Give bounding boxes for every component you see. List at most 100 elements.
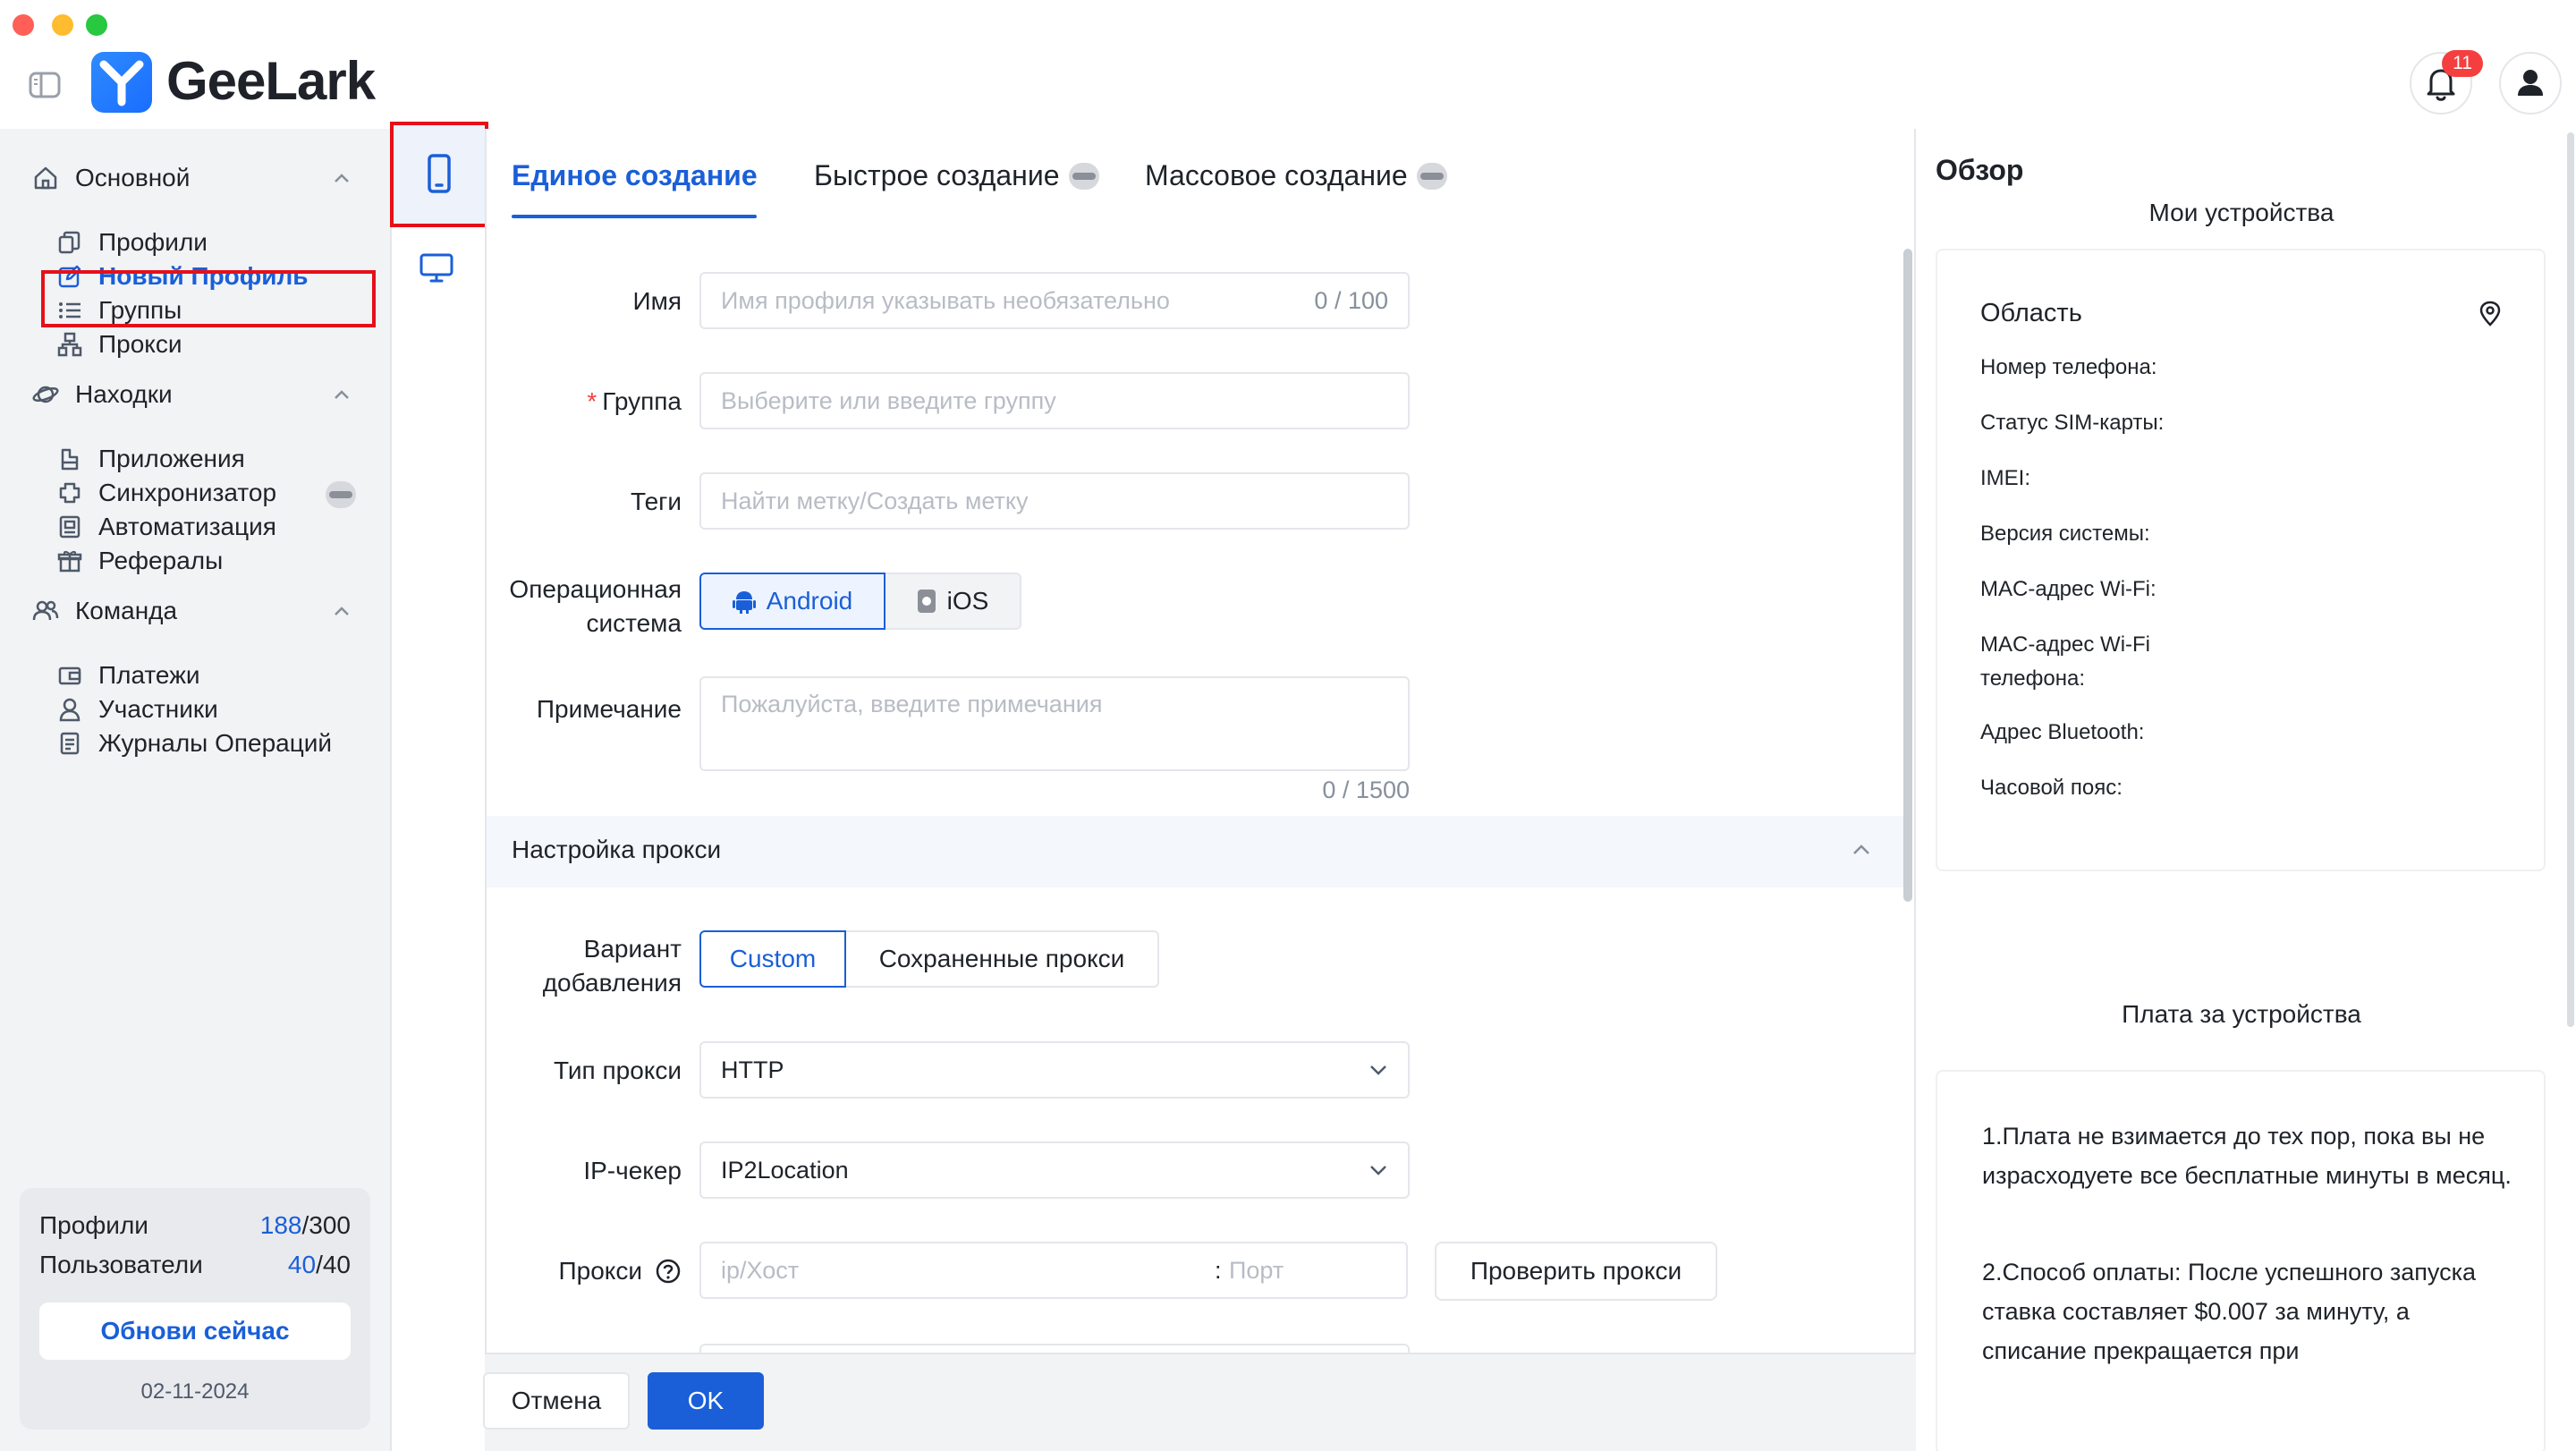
title-bar xyxy=(0,0,2576,129)
group-label: * Группа xyxy=(467,385,682,419)
os-android-label: Android xyxy=(766,587,853,615)
member-icon xyxy=(59,698,80,722)
tab-label: Массовое создание xyxy=(1145,159,1408,191)
nav-group-label: Находки xyxy=(75,380,173,408)
user-icon xyxy=(2518,70,2543,96)
note-textarea[interactable]: Пожалуйста, введите примечания xyxy=(699,676,1410,771)
proxy-network-icon xyxy=(57,332,82,357)
chevron-up-icon[interactable] xyxy=(333,172,351,184)
usage-date: 02-11-2024 xyxy=(140,1379,250,1404)
users-total: /40 xyxy=(316,1251,351,1278)
name-placeholder: Имя профиля указывать необязательно xyxy=(721,287,1170,314)
device-type-phone-button[interactable] xyxy=(390,122,488,227)
profiles-usage-label: Профили xyxy=(39,1211,148,1239)
device-field-phone-wifi-mac: MAC-адрес Wi-Fi телефона: xyxy=(1980,632,2151,691)
notification-count-badge: 11 xyxy=(2442,50,2483,77)
sidebar-item-label: Журналы Операций xyxy=(98,729,333,757)
usage-card: Профили 188/300 Пользователи 40/40 Обнов… xyxy=(20,1188,370,1430)
device-field-imei: IMEI: xyxy=(1980,466,2031,490)
planet-icon xyxy=(32,386,59,403)
wallet-icon xyxy=(58,666,81,685)
fee-card: 1.Плата не взимается до тех пор, пока вы… xyxy=(1936,1070,2546,1451)
window-minimize-button[interactable] xyxy=(52,14,73,36)
chevron-down-icon xyxy=(1370,1065,1386,1075)
proxy-type-label: Тип прокси xyxy=(554,1056,682,1084)
proxy-type-select[interactable]: HTTP xyxy=(699,1041,1410,1099)
group-label-text: Группа xyxy=(602,387,682,415)
nav-group-main[interactable]: Основной xyxy=(32,156,190,200)
ip-checker-select[interactable]: IP2Location xyxy=(699,1141,1410,1199)
note-placeholder: Пожалуйста, введите примечания xyxy=(721,691,1103,717)
note-label: Примечание xyxy=(536,695,682,723)
tags-input[interactable]: Найти метку/Создать метку xyxy=(699,472,1410,530)
proxy-label: Прокси xyxy=(558,1257,642,1285)
profile-name-input[interactable]: Имя профиля указывать необязательно 0 / … xyxy=(699,272,1410,329)
overview-subtitle: Мои устройства xyxy=(2148,199,2334,226)
chevron-up-icon[interactable] xyxy=(1852,843,1871,857)
sidebar-item-label: Рефералы xyxy=(98,547,224,574)
device-type-column xyxy=(392,129,485,1451)
tab-quick-create[interactable]: Быстрое создание xyxy=(814,159,1099,192)
region-label: Область xyxy=(1980,299,2082,327)
tab-label: Единое создание xyxy=(512,159,758,191)
chevron-up-icon[interactable] xyxy=(333,605,351,617)
device-type-desktop-button[interactable] xyxy=(419,250,454,286)
next-field-partial xyxy=(699,1344,1410,1353)
proxy-host-port-input[interactable]: ip/Хост : Порт xyxy=(699,1242,1408,1299)
add-method-custom-option[interactable]: Custom xyxy=(699,930,846,988)
name-counter: 0 / 100 xyxy=(1314,287,1388,314)
overview-scrollbar[interactable] xyxy=(2567,132,2574,1027)
sidebar-toggle-icon[interactable] xyxy=(29,72,61,98)
cancel-button[interactable]: Отмена xyxy=(483,1372,630,1430)
note-counter: 0 / 1500 xyxy=(1322,776,1410,803)
nav-group-discover[interactable]: Находки xyxy=(32,372,173,417)
sidebar-item-proxies[interactable]: Прокси xyxy=(57,322,182,367)
sidebar-item-operation-logs[interactable]: Журналы Операций xyxy=(57,721,332,766)
os-android-option[interactable]: Android xyxy=(699,573,886,630)
profiles-used: 188 xyxy=(259,1211,302,1239)
user-avatar-button[interactable] xyxy=(2499,52,2562,115)
os-ios-option[interactable]: iOS xyxy=(886,573,1021,630)
os-label-line2: система xyxy=(586,609,682,637)
required-mark: * xyxy=(587,387,597,415)
device-field-bluetooth: Адрес Bluetooth: xyxy=(1980,720,2145,744)
home-icon xyxy=(34,166,57,190)
update-now-button[interactable]: Обнови сейчас xyxy=(39,1303,351,1360)
tab-bulk-create[interactable]: Массовое создание xyxy=(1145,159,1447,192)
active-item-highlight xyxy=(41,270,376,327)
profiles-icon xyxy=(58,231,80,254)
window-close-button[interactable] xyxy=(13,14,34,36)
sidebar-item-label: Прокси xyxy=(98,330,182,358)
fee-paragraph: 1.Плата не взимается до тех пор, пока вы… xyxy=(1982,1123,2512,1189)
tab-label: Быстрое создание xyxy=(814,159,1060,191)
add-method-label-line2: добавления xyxy=(542,969,682,997)
help-icon[interactable] xyxy=(655,1258,682,1285)
nav-group-label: Команда xyxy=(75,597,178,624)
sidebar-item-label: Автоматизация xyxy=(98,513,276,540)
nav-group-team[interactable]: Команда xyxy=(32,589,177,633)
sidebar-item-label: Приложения xyxy=(98,445,245,472)
check-proxy-button[interactable]: Проверить прокси xyxy=(1435,1242,1717,1301)
fee-title: Плата за устройства xyxy=(2122,1000,2361,1028)
add-method-saved-option[interactable]: Сохраненные прокси xyxy=(846,930,1159,988)
group-select[interactable]: Выберите или введите группу xyxy=(699,372,1410,429)
window-zoom-button[interactable] xyxy=(86,14,107,36)
location-pin-icon[interactable] xyxy=(2478,301,2503,327)
active-tab-indicator xyxy=(512,215,757,218)
proxy-section-header[interactable]: Настройка прокси xyxy=(487,816,1903,887)
form-scrollbar[interactable] xyxy=(1903,249,1912,902)
tags-placeholder: Найти метку/Создать метку xyxy=(721,488,1029,514)
chevron-up-icon[interactable] xyxy=(333,388,351,401)
ok-button[interactable]: OK xyxy=(648,1372,764,1430)
tab-single-create[interactable]: Единое создание xyxy=(512,159,758,192)
device-field-system-version: Версия системы: xyxy=(1980,522,2150,546)
desktop-icon xyxy=(419,253,453,283)
app-name: GeeLark xyxy=(166,51,376,111)
device-field-wifi-mac: MAC-адрес Wi-Fi: xyxy=(1980,577,2157,601)
os-ios-label: iOS xyxy=(946,587,989,615)
tags-label: Теги xyxy=(631,488,682,515)
beta-toggle-icon xyxy=(1068,162,1099,190)
fee-paragraph: 2.Способ оплаты: После успешного запуска… xyxy=(1982,1259,2477,1364)
sidebar-item-referrals[interactable]: Рефералы xyxy=(57,539,223,583)
beta-toggle-icon xyxy=(1416,162,1447,190)
